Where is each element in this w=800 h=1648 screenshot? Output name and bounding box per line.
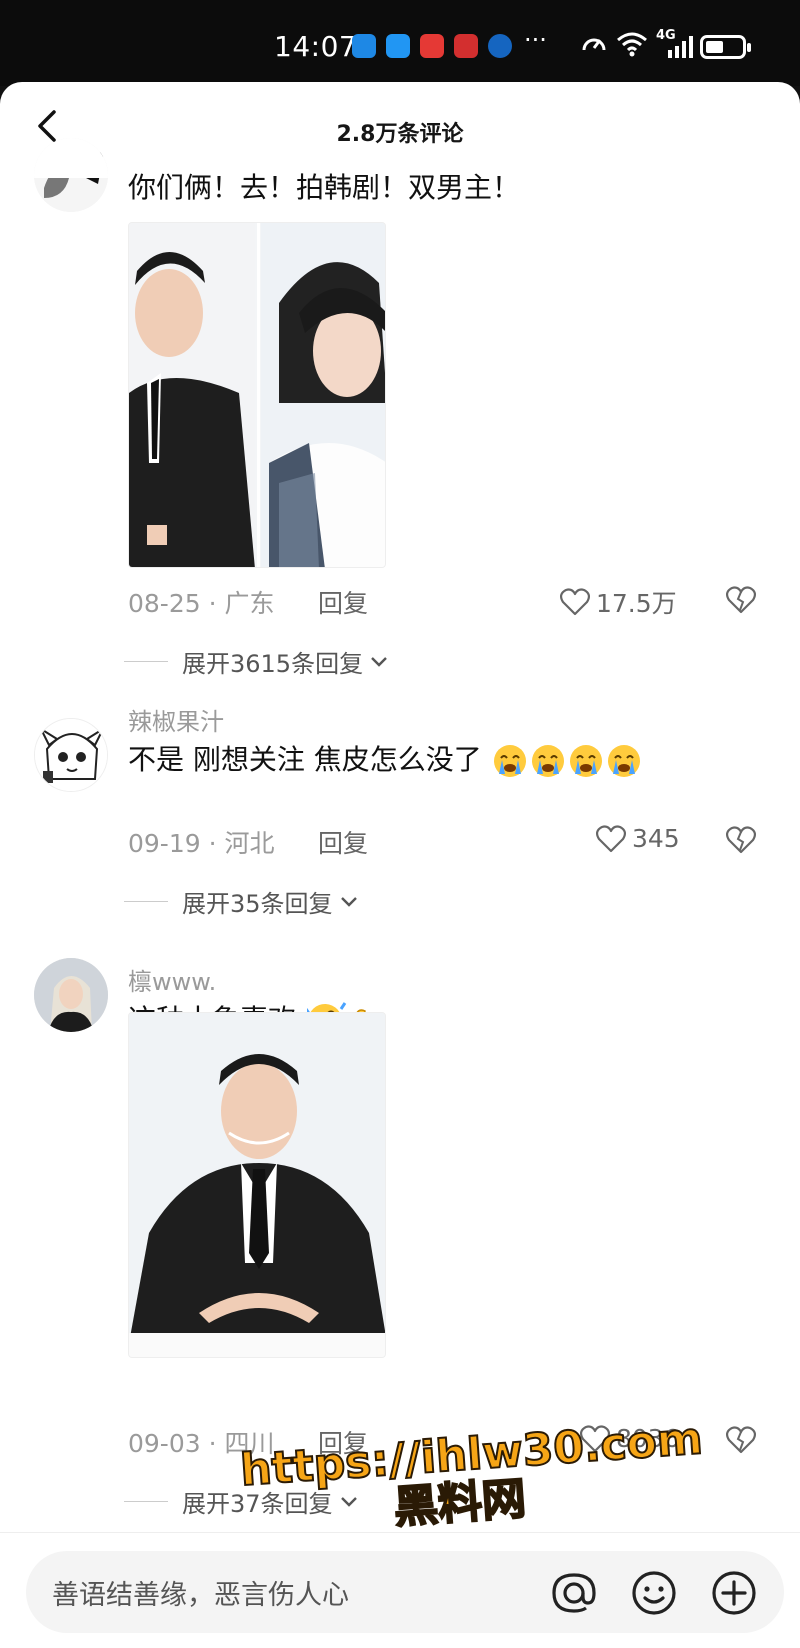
- watermark: https://ihlw30.com 黑料网: [238, 1412, 705, 1534]
- comment-date: 09-03: [128, 1429, 201, 1458]
- heart-icon: [560, 588, 590, 616]
- emoji-icon[interactable]: [630, 1569, 678, 1617]
- comment-image[interactable]: [128, 1012, 386, 1358]
- avatar[interactable]: [34, 718, 108, 792]
- more-notifications-icon: ···: [524, 26, 547, 54]
- comment-image[interactable]: [128, 222, 386, 568]
- signal-icon: [668, 36, 693, 58]
- sheet-header: 2.8万条评论: [0, 82, 800, 172]
- comment-region: 广东: [224, 589, 275, 618]
- comment-region: 河北: [224, 829, 275, 858]
- comment-input[interactable]: 善语结善缘，恶言伤人心: [26, 1551, 784, 1633]
- reply-button[interactable]: 回复: [318, 584, 368, 620]
- battery-icon: [700, 35, 751, 59]
- comment-username[interactable]: 檩www.: [128, 962, 216, 997]
- status-bar: 14:07 ··· 4G: [0, 0, 800, 86]
- comment-count-title: 2.8万条评论: [336, 122, 464, 147]
- plus-icon[interactable]: [710, 1569, 758, 1617]
- comment-meta: 08-25 · 广东: [128, 589, 275, 618]
- comment-input-bar: 善语结善缘，恶言伤人心: [0, 1532, 800, 1648]
- like-count: 17.5万: [596, 589, 677, 618]
- comment-date: 09-19: [128, 829, 201, 858]
- wifi-icon: [617, 32, 647, 57]
- at-icon[interactable]: [550, 1569, 598, 1617]
- like-button[interactable]: 345: [596, 824, 680, 853]
- speed-icon: [582, 38, 606, 51]
- status-time: 14:07: [274, 30, 358, 63]
- avatar[interactable]: [34, 138, 108, 212]
- comment-meta: 09-19 · 河北: [128, 829, 275, 858]
- avatar[interactable]: [34, 958, 108, 1032]
- comment-username[interactable]: 辣椒果汁: [128, 702, 224, 737]
- red-app-icon: [454, 34, 478, 58]
- expand-replies-label: 展开35条回复: [182, 890, 333, 918]
- broken-heart-icon[interactable]: [726, 826, 756, 854]
- chevron-down-icon: [371, 656, 387, 667]
- reply-button[interactable]: 回复: [318, 824, 368, 860]
- broken-heart-icon[interactable]: [726, 586, 756, 614]
- expand-replies-button[interactable]: 展开35条回复: [124, 884, 359, 919]
- browser-app-icon: [488, 34, 512, 58]
- comment-text-row: 不是 刚想关注 焦皮怎么没了: [128, 738, 643, 778]
- crying-emoji-icon: [493, 745, 640, 777]
- comment-text: 你们俩！去！拍韩剧！双男主！: [128, 171, 521, 204]
- like-button[interactable]: 17.5万: [560, 584, 677, 620]
- message-app-icon: [352, 34, 376, 58]
- heart-icon: [596, 824, 626, 852]
- shop-app-icon: [420, 34, 444, 58]
- comment-sheet: 2.8万条评论 你们俩！去！拍韩剧！双男主！ 08-25 · 广东 回复 17.…: [0, 82, 800, 1648]
- shield-app-icon: [386, 34, 410, 58]
- comment-text: 不是 刚想关注 焦皮怎么没了: [128, 743, 482, 776]
- expand-replies-button[interactable]: 展开3615条回复: [124, 644, 389, 679]
- chevron-down-icon: [340, 896, 357, 907]
- like-count: 345: [632, 824, 680, 853]
- expand-replies-label: 展开3615条回复: [182, 650, 364, 678]
- comment-date: 08-25: [128, 589, 201, 618]
- comment-input-placeholder: 善语结善缘，恶言伤人心: [52, 1580, 349, 1611]
- broken-heart-icon[interactable]: [726, 1426, 756, 1454]
